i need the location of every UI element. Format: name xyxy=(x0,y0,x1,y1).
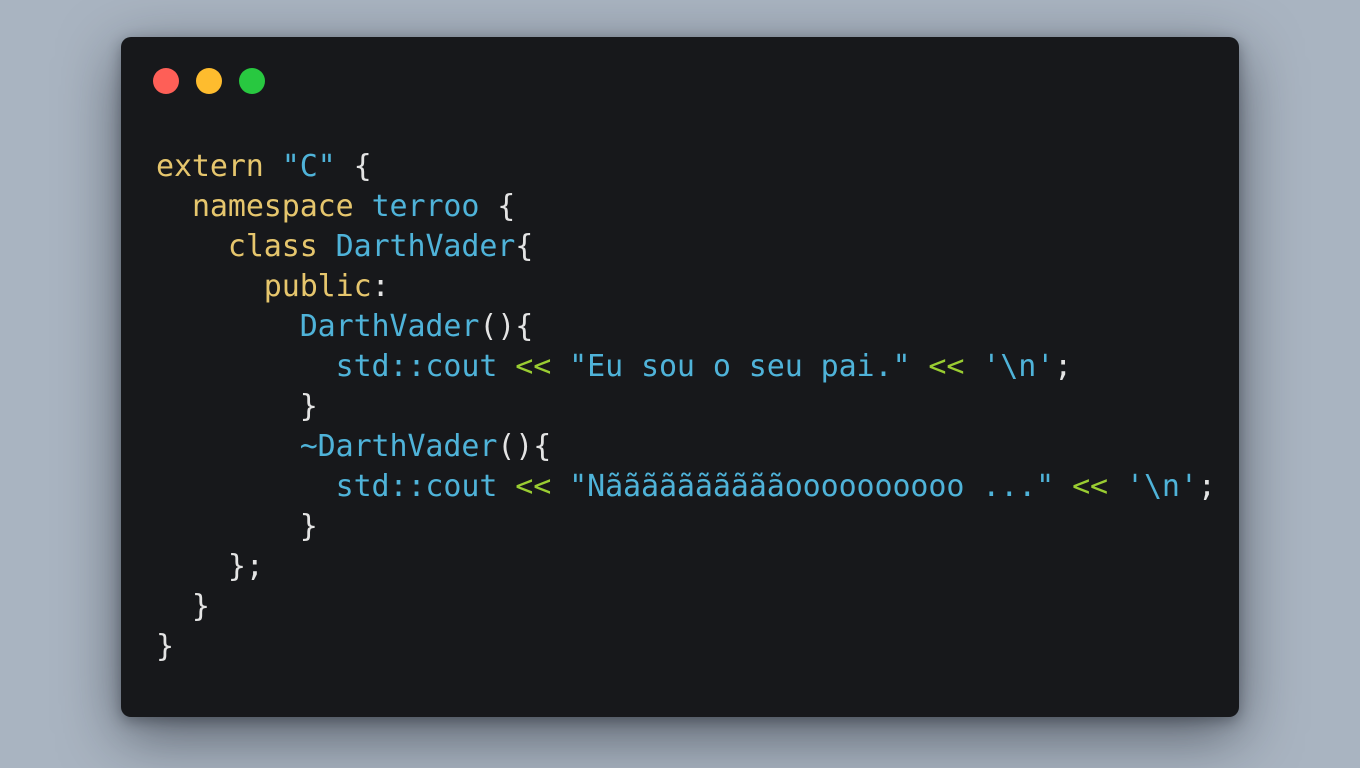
window-controls xyxy=(153,68,265,94)
code-token: '\n' xyxy=(982,349,1055,384)
code-token: "Eu sou o seu pai." xyxy=(569,349,911,384)
code-token: } xyxy=(156,629,174,664)
code-token: class xyxy=(227,229,318,264)
code-line: } xyxy=(156,627,1216,667)
code-token: (){ xyxy=(479,309,534,344)
code-line: class DarthVader{ xyxy=(156,227,1216,267)
close-dot-icon[interactable] xyxy=(153,68,179,94)
code-window: extern "C" { namespace terroo { class Da… xyxy=(121,37,1239,717)
code-token: public xyxy=(263,269,372,304)
code-line: ~DarthVader(){ xyxy=(156,427,1216,467)
code-token: DarthVader xyxy=(335,229,516,264)
code-token: extern xyxy=(156,149,264,184)
code-token: terroo xyxy=(371,189,480,224)
code-line: DarthVader(){ xyxy=(156,307,1216,347)
code-token: { xyxy=(479,189,516,224)
code-token: : xyxy=(371,269,390,304)
code-token: '\n' xyxy=(1126,469,1198,504)
code-line: } xyxy=(156,387,1216,427)
code-token: } xyxy=(156,589,210,624)
code-token: (){ xyxy=(497,429,552,464)
code-token: ; xyxy=(1197,469,1216,504)
code-token: ~DarthVader xyxy=(299,429,498,464)
code-line: std::cout << "Eu sou o seu pai." << '\n'… xyxy=(156,347,1216,387)
code-token: { xyxy=(335,149,372,184)
code-line: public: xyxy=(156,267,1216,307)
code-token: std::cout xyxy=(335,469,498,504)
maximize-dot-icon[interactable] xyxy=(239,68,265,94)
code-token: { xyxy=(515,229,534,264)
code-block: extern "C" { namespace terroo { class Da… xyxy=(156,147,1216,667)
code-token: } xyxy=(156,509,318,544)
code-token: << xyxy=(515,349,552,384)
code-line: extern "C" { xyxy=(156,147,1216,187)
minimize-dot-icon[interactable] xyxy=(196,68,222,94)
code-token: ; xyxy=(1054,349,1073,384)
code-token: std::cout xyxy=(335,349,498,384)
code-line: } xyxy=(156,587,1216,627)
code-line: std::cout << "Nããããããããããoooooooooo ..."… xyxy=(156,467,1216,507)
code-token: << xyxy=(1072,469,1109,504)
code-token: }; xyxy=(156,549,264,584)
code-token: } xyxy=(156,389,318,424)
code-line: }; xyxy=(156,547,1216,587)
code-token: DarthVader xyxy=(299,309,480,344)
code-line: namespace terroo { xyxy=(156,187,1216,227)
code-line: } xyxy=(156,507,1216,547)
code-token: << xyxy=(928,349,965,384)
code-token: << xyxy=(515,469,552,504)
code-token: "Nããããããããããoooooooooo ..." xyxy=(569,469,1055,504)
code-token: namespace xyxy=(191,189,354,224)
code-token: "C" xyxy=(281,149,336,184)
